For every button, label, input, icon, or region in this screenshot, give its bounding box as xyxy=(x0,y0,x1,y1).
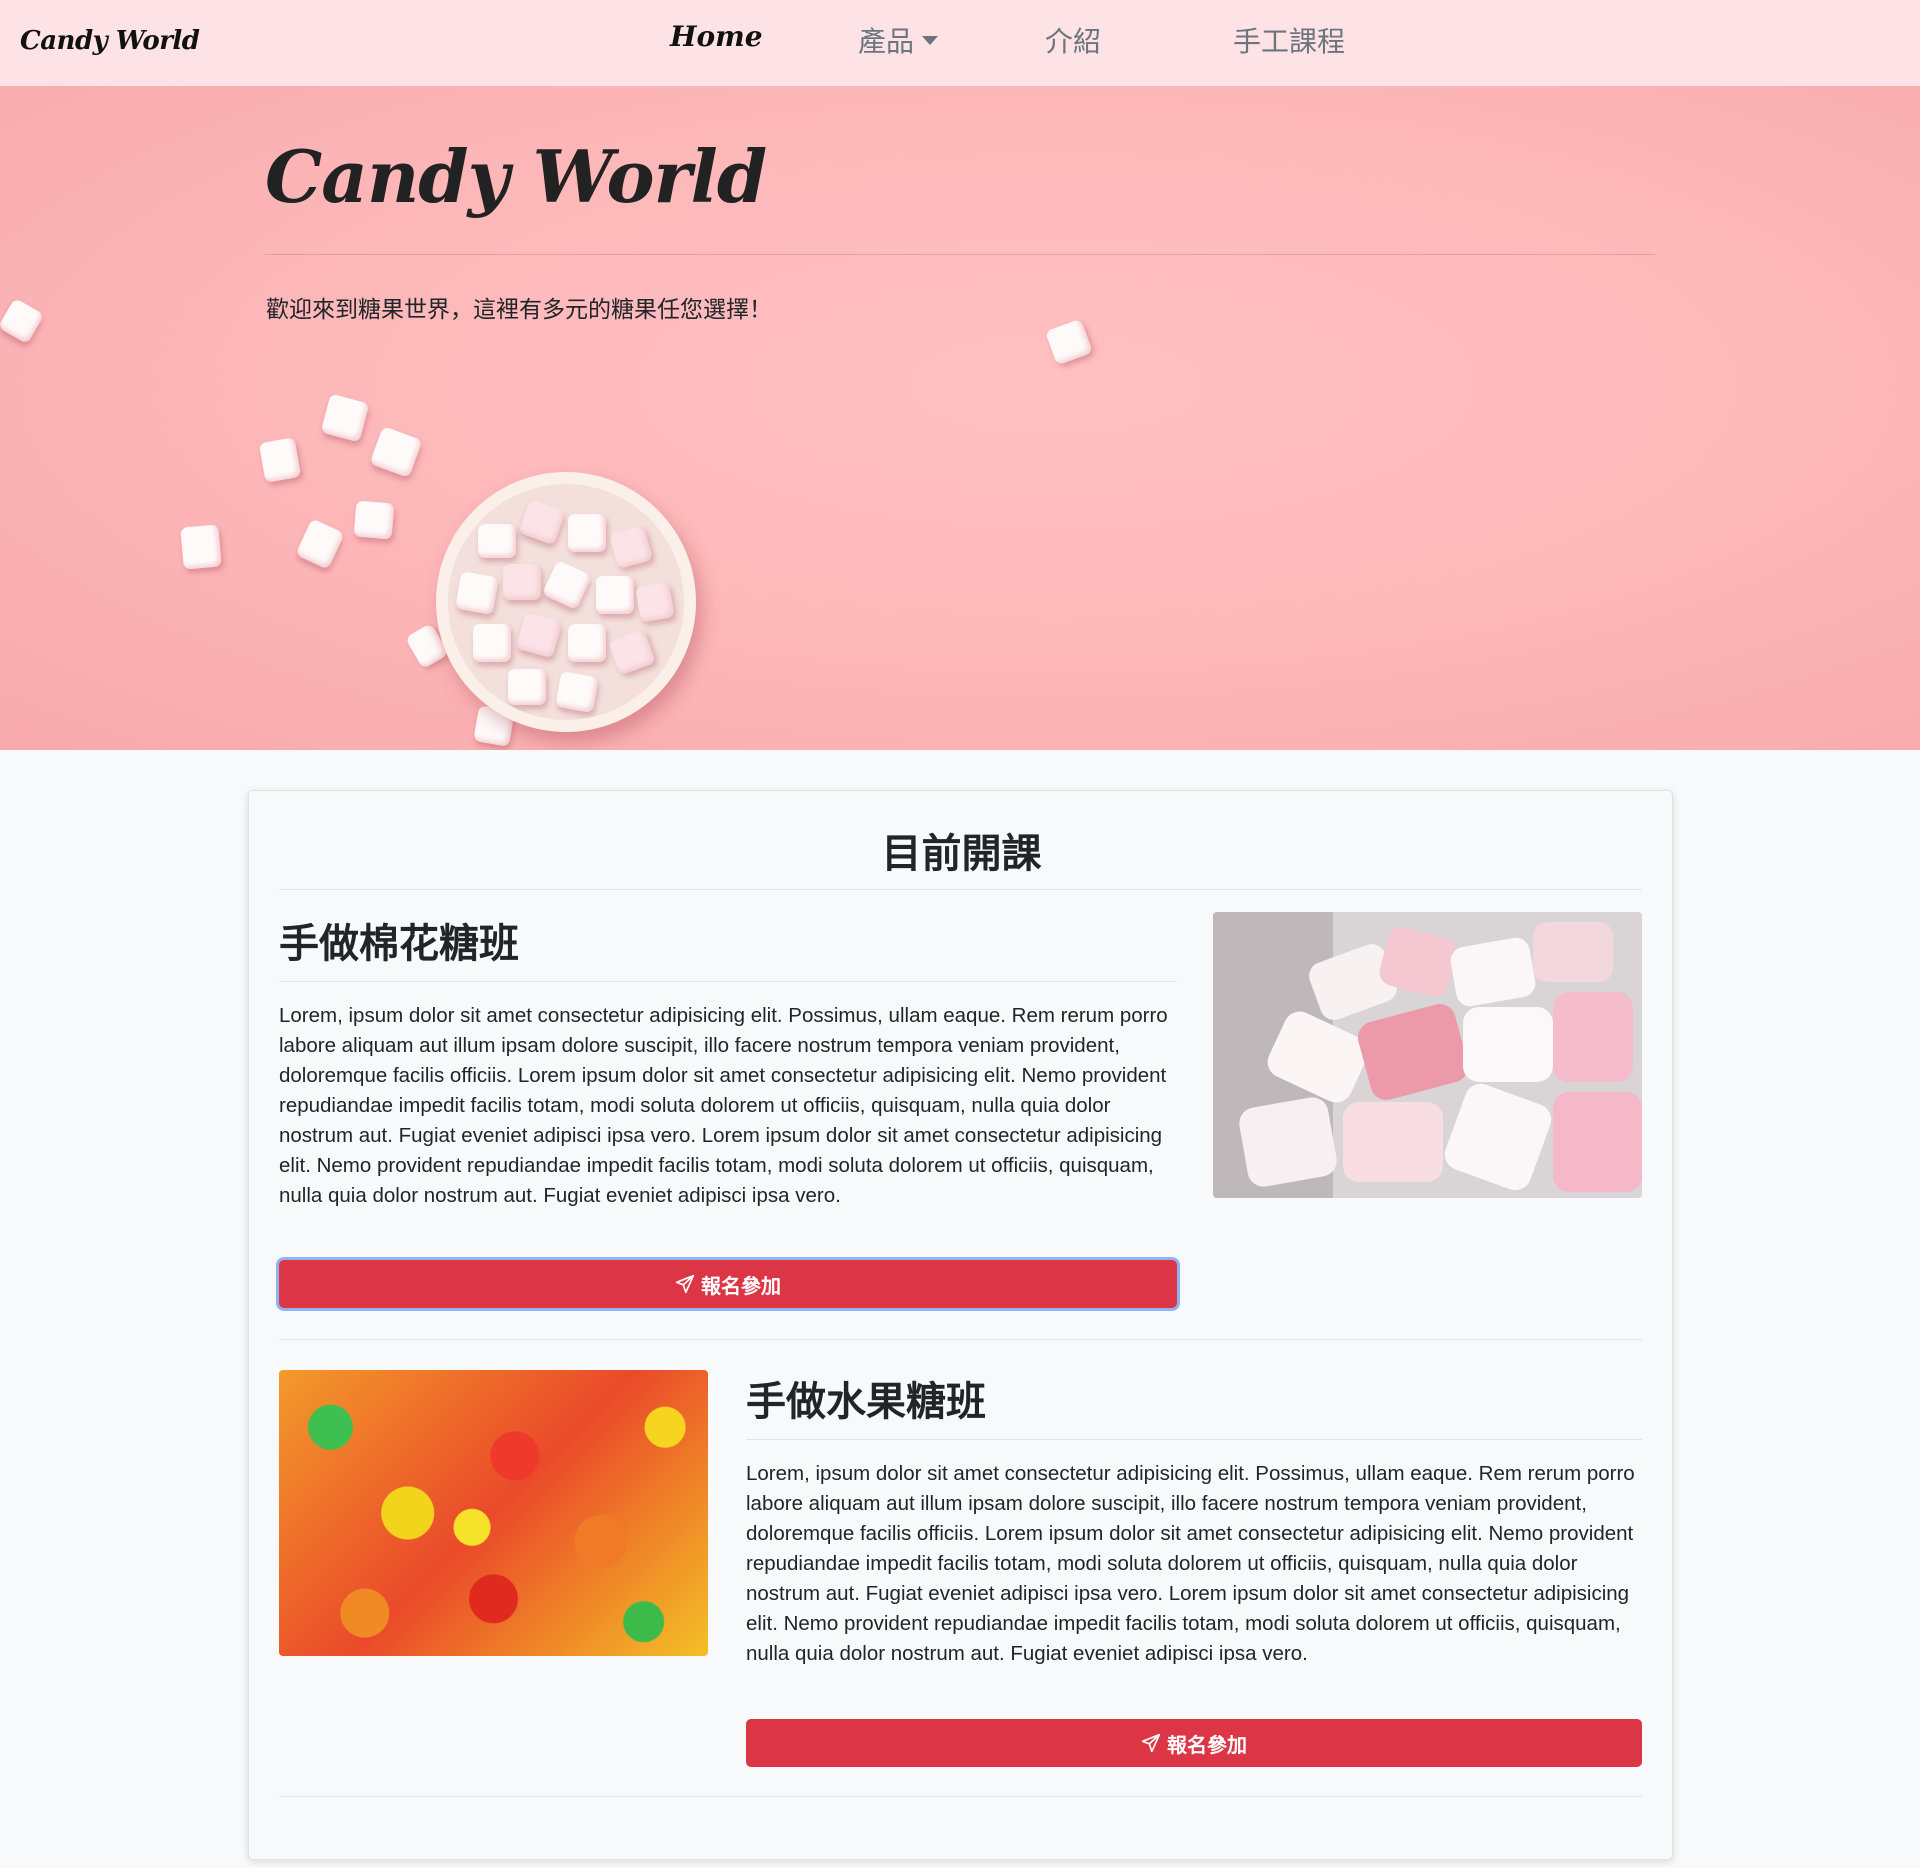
course-divider xyxy=(279,1339,1642,1340)
hero-banner: Candy World 歡迎來到糖果世界，這裡有多元的糖果任您選擇！ xyxy=(0,86,1920,750)
hero-title: Candy World xyxy=(265,134,767,219)
marshmallow-photo xyxy=(1213,912,1642,1198)
hero-lead-text: 歡迎來到糖果世界，這裡有多元的糖果任您選擇！ xyxy=(266,297,772,323)
marshmallow-bowl-image xyxy=(436,472,696,732)
signup-button-label: 報名參加 xyxy=(701,1273,781,1298)
caret-down-icon xyxy=(922,35,939,45)
signup-button-marshmallow[interactable]: 報名參加 xyxy=(279,1260,1177,1308)
hero-divider xyxy=(265,254,1655,255)
nav-link-products[interactable]: 產品 xyxy=(858,20,939,60)
courses-card: 目前開課 手做棉花糖班 Lorem, ipsum dolor sit amet … xyxy=(248,790,1673,1860)
marshmallow-decor xyxy=(517,498,567,546)
course-description-marshmallow: Lorem, ipsum dolor sit amet consectetur … xyxy=(279,1004,1168,1207)
section-bottom-divider xyxy=(279,1796,1642,1797)
marshmallow-decor xyxy=(541,559,593,611)
fruit-candy-course-image xyxy=(279,1370,708,1656)
marshmallow-decor xyxy=(555,670,599,714)
marshmallow-decor xyxy=(503,564,541,600)
signup-button-fruit-candy[interactable]: 報名參加 xyxy=(746,1719,1642,1767)
marshmallow-decor xyxy=(180,524,222,570)
marshmallow-decor xyxy=(369,426,423,478)
navbar: Candy World Home 產品 介紹 手工課程 xyxy=(0,0,1920,86)
nav-link-about[interactable]: 介紹 xyxy=(1045,20,1101,60)
signup-button-label: 報名參加 xyxy=(1167,1732,1247,1757)
marshmallow-decor xyxy=(596,576,634,614)
courses-section-title: 目前開課 xyxy=(881,831,1042,877)
marshmallow-decor xyxy=(320,393,370,443)
marshmallow-decor xyxy=(568,624,606,662)
marshmallow-decor xyxy=(515,611,563,659)
marshmallow-decor xyxy=(478,524,516,558)
marshmallow-decor xyxy=(454,570,500,616)
paper-plane-icon xyxy=(675,1274,695,1294)
marshmallow-decor xyxy=(635,581,675,623)
paper-plane-icon xyxy=(1141,1733,1161,1753)
course-title-fruit-candy: 手做水果糖班 xyxy=(746,1379,986,1425)
course-title-divider xyxy=(279,981,1177,982)
nav-link-workshops[interactable]: 手工課程 xyxy=(1233,20,1345,60)
marshmallow-decor xyxy=(608,524,654,570)
course-description-fruit-candy: Lorem, ipsum dolor sit amet consectetur … xyxy=(746,1462,1635,1665)
course-title-marshmallow: 手做棉花糖班 xyxy=(279,921,519,967)
marshmallow-decor xyxy=(508,669,546,705)
navbar-brand[interactable]: Candy World xyxy=(20,26,200,56)
nav-link-products-label: 產品 xyxy=(858,25,915,58)
marshmallow-decor xyxy=(353,500,395,540)
nav-link-home[interactable]: Home xyxy=(670,20,763,53)
marshmallow-decor xyxy=(1044,318,1094,366)
course-title-divider xyxy=(746,1439,1642,1440)
marshmallow-decor xyxy=(295,518,345,570)
marshmallow-decor xyxy=(568,514,606,552)
marshmallow-decor xyxy=(258,437,302,483)
marshmallow-decor xyxy=(0,297,45,345)
marshmallow-decor xyxy=(607,628,657,676)
section-divider xyxy=(279,889,1642,890)
marshmallow-bowl-contents xyxy=(448,484,684,720)
marshmallow-decor xyxy=(473,624,511,662)
marshmallow-course-image xyxy=(1213,912,1642,1198)
